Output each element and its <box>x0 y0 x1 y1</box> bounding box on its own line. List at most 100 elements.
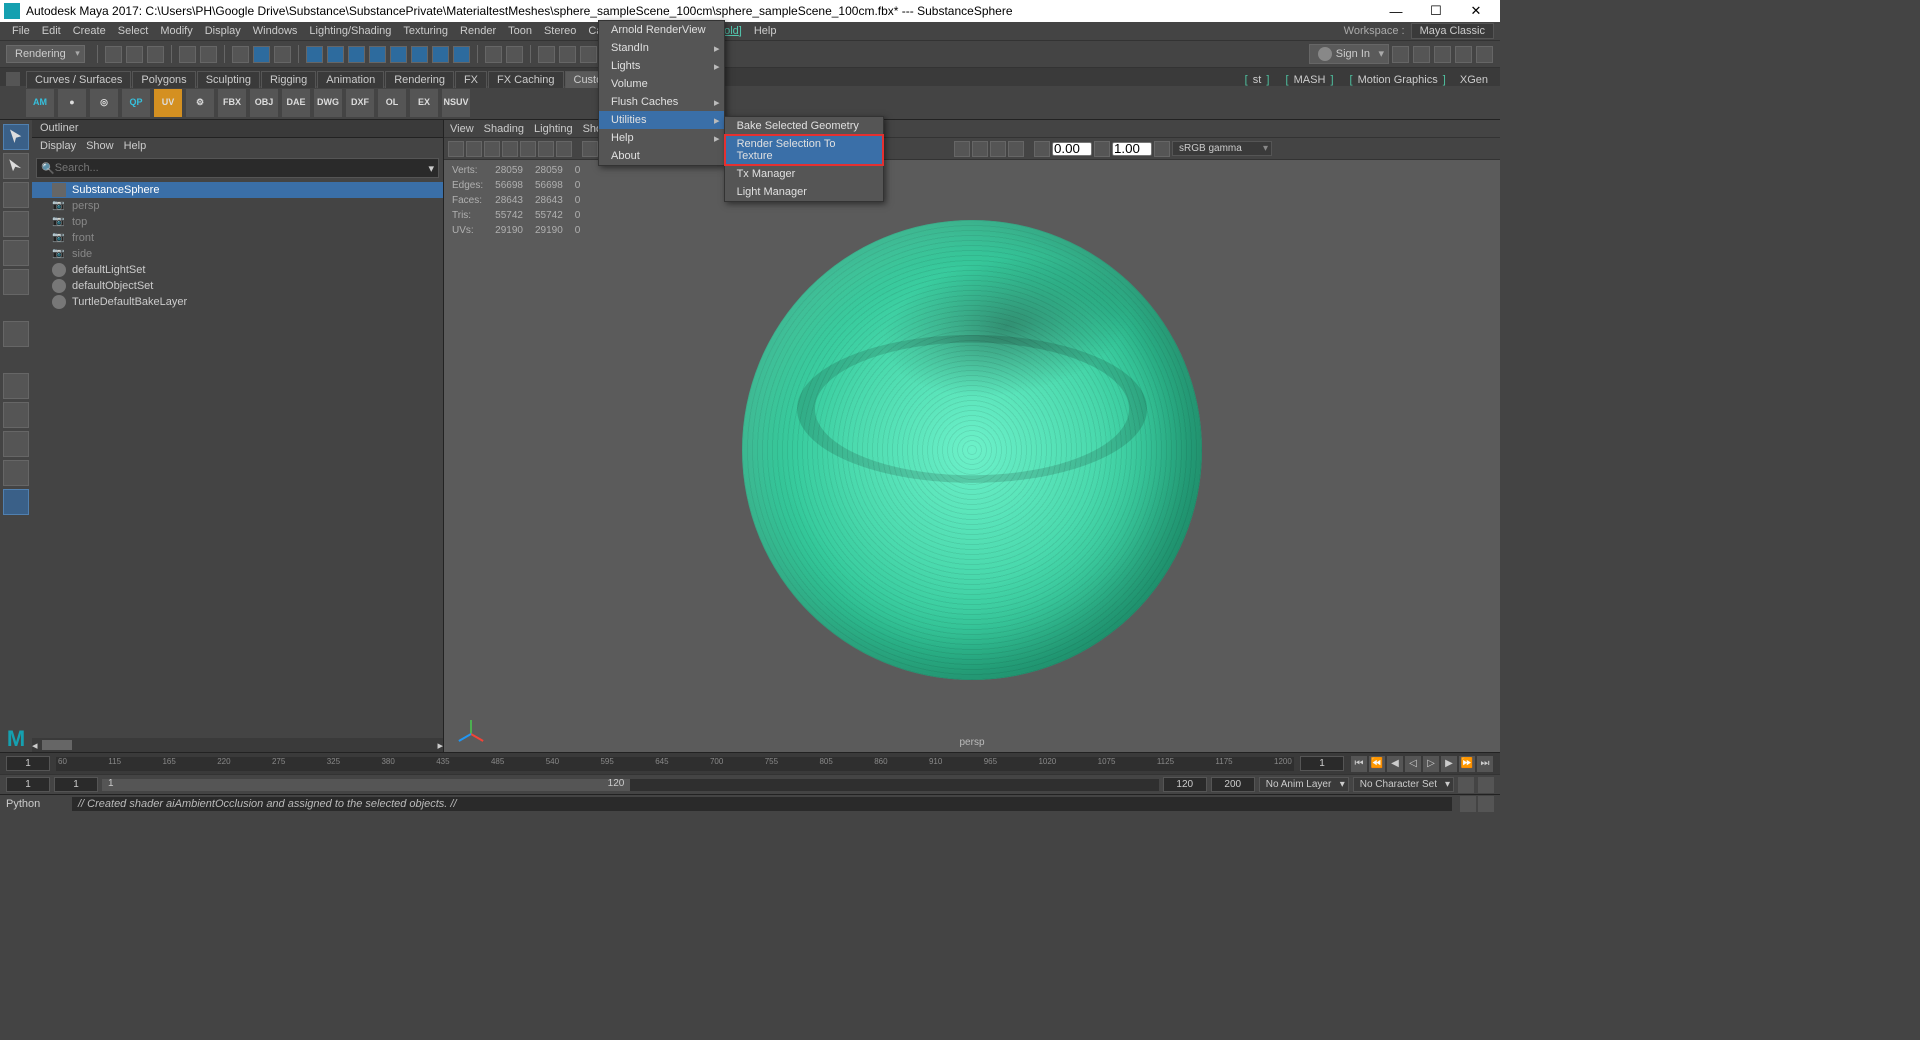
shelf-tab-xgen[interactable]: XGen <box>1454 72 1494 88</box>
outliner-item-defaultobjectset[interactable]: defaultObjectSet <box>32 278 443 294</box>
range-end-field[interactable] <box>1211 777 1255 792</box>
snap-view-icon[interactable] <box>390 46 407 63</box>
shelf-btn-ol[interactable]: OL <box>378 89 406 117</box>
four-pane-icon[interactable] <box>3 402 29 428</box>
vp-isolate-icon[interactable] <box>954 141 970 157</box>
shelf-btn-dxf[interactable]: DXF <box>346 89 374 117</box>
menu-create[interactable]: Create <box>67 25 112 37</box>
arnold-menu-lights[interactable]: Lights▸ <box>599 57 724 75</box>
outliner-item-defaultlightset[interactable]: defaultLightSet <box>32 262 443 278</box>
signin-dropdown[interactable]: Sign In <box>1309 44 1389 64</box>
persp-graph-icon[interactable] <box>3 489 29 515</box>
viewport-menu-shading[interactable]: Shading <box>484 123 524 135</box>
outliner-item-substancesphere[interactable]: SubstanceSphere <box>32 182 443 198</box>
undo-icon[interactable] <box>179 46 196 63</box>
outliner-tree[interactable]: SubstanceSpherepersptopfrontsidedefaultL… <box>32 180 443 738</box>
move-tool-icon[interactable] <box>3 211 29 237</box>
vp-colorspace-icon[interactable] <box>1154 141 1170 157</box>
shelf-tab-animation[interactable]: Animation <box>317 71 384 88</box>
utilities-txmanager[interactable]: Tx Manager <box>725 165 883 183</box>
vp-camera-icon[interactable] <box>448 141 464 157</box>
arnold-menu-standin[interactable]: StandIn▸ <box>599 39 724 57</box>
time-slider[interactable]: 6011516522027532538043548554059564570075… <box>0 752 1500 774</box>
shelf-btn-am[interactable]: AM <box>26 89 54 117</box>
vp-gate-mask-icon[interactable] <box>556 141 572 157</box>
outliner-menu-display[interactable]: Display <box>40 140 76 154</box>
arnold-menu-about[interactable]: About <box>599 147 724 165</box>
isolate-icon[interactable] <box>506 46 523 63</box>
scale-tool-icon[interactable] <box>3 269 29 295</box>
vp-wire-icon[interactable] <box>582 141 598 157</box>
select-by-hierarchy-icon[interactable] <box>253 46 270 63</box>
shelf-tab-curvessurfaces[interactable]: Curves / Surfaces <box>26 71 131 88</box>
vp-xray-joints-icon[interactable] <box>990 141 1006 157</box>
vp-bookmark-icon[interactable] <box>466 141 482 157</box>
vp-exposure-icon[interactable] <box>1034 141 1050 157</box>
outliner-item-persp[interactable]: persp <box>32 198 443 214</box>
arnold-menu-arnoldrenderview[interactable]: Arnold RenderView <box>599 21 724 39</box>
utilities-bakeselectedgeometry[interactable]: Bake Selected Geometry <box>725 117 883 135</box>
range-start-field[interactable] <box>6 777 50 792</box>
shelf-tab-polygons[interactable]: Polygons <box>132 71 195 88</box>
shelf-btn-[interactable]: ◎ <box>90 89 118 117</box>
menu-modify[interactable]: Modify <box>154 25 198 37</box>
script-lang-label[interactable]: Python <box>6 798 66 810</box>
outliner-item-turtledefaultbakelayer[interactable]: TurtleDefaultBakeLayer <box>32 294 443 310</box>
last-tool-icon[interactable] <box>3 321 29 347</box>
character-set-dropdown[interactable]: No Character Set <box>1353 777 1454 792</box>
scroll-left-icon[interactable]: ◂ <box>32 739 38 752</box>
time-slider-track[interactable]: 6011516522027532538043548554059564570075… <box>56 757 1294 771</box>
arnold-menu-help[interactable]: Help▸ <box>599 129 724 147</box>
construction-history-icon[interactable] <box>538 46 555 63</box>
menu-edit[interactable]: Edit <box>36 25 67 37</box>
window-close[interactable]: ✕ <box>1456 0 1496 22</box>
outliner-menu-show[interactable]: Show <box>86 140 114 154</box>
lasso-tool-icon[interactable] <box>3 153 29 179</box>
workspace-dropdown[interactable]: Maya Classic <box>1411 23 1494 39</box>
layout-icon-4[interactable] <box>1455 46 1472 63</box>
layout-icon-5[interactable] <box>1476 46 1493 63</box>
arnold-menu-flushcaches[interactable]: Flush Caches▸ <box>599 93 724 111</box>
arnold-menu-volume[interactable]: Volume <box>599 75 724 93</box>
vp-xray-icon[interactable] <box>972 141 988 157</box>
vp-image-plane-icon[interactable] <box>484 141 500 157</box>
shelf-btn-qp[interactable]: QP <box>122 89 150 117</box>
utilities-lightmanager[interactable]: Light Manager <box>725 183 883 201</box>
snap-grid-icon[interactable] <box>306 46 323 63</box>
vp-colorspace-dropdown[interactable]: sRGB gamma <box>1172 141 1272 156</box>
paint-select-tool-icon[interactable] <box>3 182 29 208</box>
redo-icon[interactable] <box>200 46 217 63</box>
shelf-btn-nsuv[interactable]: NSUV <box>442 89 470 117</box>
vp-resolution-gate-icon[interactable] <box>538 141 554 157</box>
snap-point-icon[interactable] <box>348 46 365 63</box>
step-back-key-icon[interactable]: ⏪ <box>1369 756 1385 772</box>
help-line-icon[interactable] <box>1478 796 1494 812</box>
current-time-field[interactable] <box>6 756 50 771</box>
shelf-btn-fbx[interactable]: FBX <box>218 89 246 117</box>
menu-render[interactable]: Render <box>454 25 502 37</box>
vp-film-gate-icon[interactable] <box>520 141 536 157</box>
window-minimize[interactable]: — <box>1376 0 1416 22</box>
outliner-search[interactable]: 🔍 ▾ <box>36 158 439 178</box>
vp-gamma-field[interactable] <box>1112 142 1152 156</box>
menu-set-dropdown[interactable]: Rendering <box>6 45 85 63</box>
prefs-icon[interactable] <box>1478 777 1494 793</box>
play-back-icon[interactable]: ◁ <box>1405 756 1421 772</box>
current-frame-field[interactable] <box>1300 756 1344 771</box>
autokey-icon[interactable] <box>1458 777 1474 793</box>
playback-end-field[interactable] <box>1163 777 1207 792</box>
vp-gamma-icon[interactable] <box>1094 141 1110 157</box>
menu-lightingshading[interactable]: Lighting/Shading <box>303 25 397 37</box>
shelf-btn-dae[interactable]: DAE <box>282 89 310 117</box>
range-slider-track[interactable]: 1 120 <box>102 779 1159 791</box>
shelf-tab-sculpting[interactable]: Sculpting <box>197 71 260 88</box>
arnold-menu[interactable]: Arnold RenderViewStandIn▸Lights▸VolumeFl… <box>598 20 725 166</box>
menu-display[interactable]: Display <box>199 25 247 37</box>
snap-plane-icon[interactable] <box>369 46 386 63</box>
play-forward-icon[interactable]: ▷ <box>1423 756 1439 772</box>
save-scene-icon[interactable] <box>147 46 164 63</box>
menu-toon[interactable]: Toon <box>502 25 538 37</box>
script-editor-icon[interactable] <box>1460 796 1476 812</box>
select-mode-icon[interactable] <box>232 46 249 63</box>
new-scene-icon[interactable] <box>105 46 122 63</box>
